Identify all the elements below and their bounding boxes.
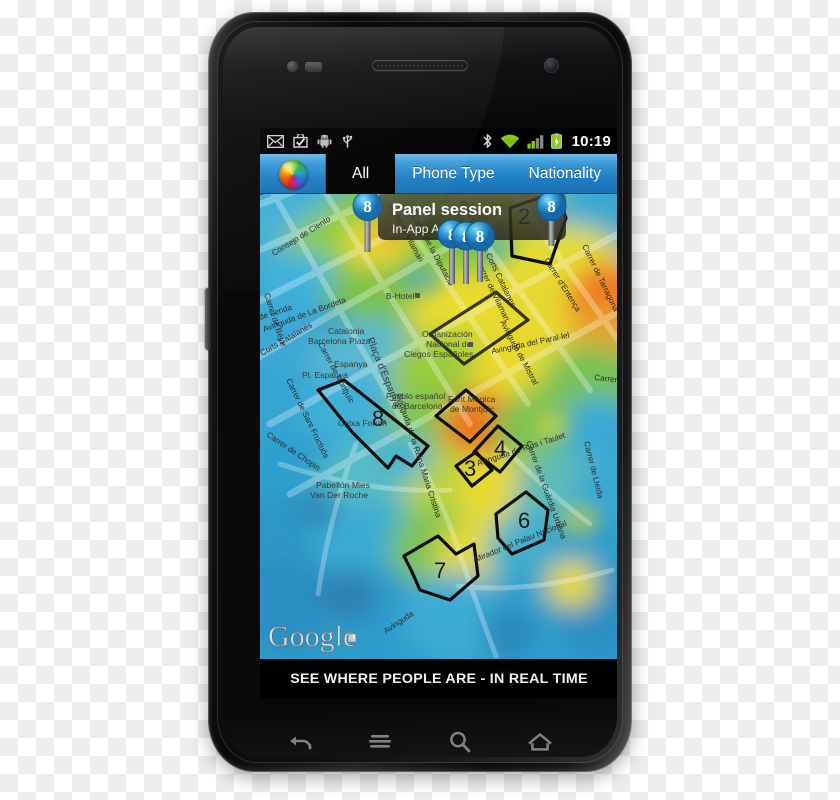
svg-text:Organización: Organización <box>422 329 473 339</box>
tab-all[interactable]: All <box>326 154 396 194</box>
callout-title: Panel session <box>392 201 502 219</box>
tab-nationality[interactable]: Nationality <box>512 154 617 194</box>
menu-icon <box>369 735 391 748</box>
svg-text:Catalonia: Catalonia <box>328 326 365 336</box>
svg-text:Font Màgica: Font Màgica <box>448 394 496 404</box>
svg-text:Caixa Forum: Caixa Forum <box>338 418 387 428</box>
front-camera <box>544 58 559 73</box>
search-icon <box>450 731 471 753</box>
proximity-sensor <box>287 61 322 72</box>
back-icon <box>290 736 312 750</box>
phone-glass-front: 10:19 All Phone Type Nationality 8 4 3 6… <box>223 27 617 757</box>
phone-screen: 10:19 All Phone Type Nationality 8 4 3 6… <box>260 128 617 699</box>
svg-text:8: 8 <box>476 227 485 246</box>
svg-text:8: 8 <box>547 197 556 216</box>
home-button[interactable] <box>517 722 563 757</box>
earpiece-speaker <box>372 60 468 71</box>
svg-text:B-Hotel: B-Hotel <box>386 291 415 301</box>
home-icon <box>528 733 552 751</box>
bottom-banner: SEE WHERE PEOPLE ARE - IN REAL TIME <box>260 659 617 699</box>
status-bar-notifications <box>267 134 354 149</box>
svg-text:Nacional de: Nacional de <box>426 339 472 349</box>
status-bar-clock: 10:19 <box>571 132 611 150</box>
venue-number: 7 <box>434 558 446 583</box>
svg-text:Barcelona Plaza: Barcelona Plaza <box>308 336 371 346</box>
tab-phone-type[interactable]: Phone Type <box>395 154 511 194</box>
soft-key-bar <box>260 713 580 757</box>
app-logo-button[interactable] <box>260 154 326 194</box>
light-sensor-bar <box>305 61 322 72</box>
svg-text:de Montjuïc: de Montjuïc <box>450 404 495 414</box>
back-button[interactable] <box>277 722 323 757</box>
wifi-icon <box>500 134 519 148</box>
svg-text:8: 8 <box>363 197 372 216</box>
search-button[interactable] <box>437 722 483 757</box>
rainbow-sphere-logo-icon <box>278 159 308 189</box>
svg-text:Pabellón Mies: Pabellón Mies <box>316 480 370 490</box>
phone-bezel: 10:19 All Phone Type Nationality 8 4 3 6… <box>217 21 623 763</box>
svg-text:Pueblo español: Pueblo español <box>386 391 445 401</box>
svg-text:Ciegos Españoles: Ciegos Españoles <box>404 349 473 359</box>
svg-text:Espanya: Espanya <box>334 359 368 369</box>
phone-device: 10:19 All Phone Type Nationality 8 4 3 6… <box>205 12 632 772</box>
volume-button[interactable] <box>205 288 211 350</box>
map-canvas: 8 2 4 3 6 7 Carrer de Vilamari Carrer de… <box>260 194 617 659</box>
status-bar-system-icons: 10:19 <box>482 133 611 150</box>
gmail-icon <box>267 134 284 148</box>
android-robot-icon <box>317 134 332 148</box>
bluetooth-icon <box>483 134 491 148</box>
status-bar: 10:19 <box>260 128 617 154</box>
tab-bar: All Phone Type Nationality <box>260 154 617 194</box>
menu-button[interactable] <box>357 722 403 757</box>
speaker-mesh <box>376 63 464 68</box>
google-watermark: Google <box>268 620 356 653</box>
venue-number: 3 <box>464 456 476 481</box>
market-bag-check-icon <box>293 134 308 148</box>
proximity-sensor-dot <box>287 61 298 72</box>
svg-text:de Barcelona: de Barcelona <box>392 401 443 411</box>
venue-number: 6 <box>518 508 530 533</box>
map-view[interactable]: 8 2 4 3 6 7 Carrer de Vilamari Carrer de… <box>260 194 617 659</box>
usb-icon <box>342 134 353 148</box>
battery-charging-icon <box>550 133 562 149</box>
svg-text:Pl. Espanya: Pl. Espanya <box>302 370 348 380</box>
svg-text:Van Der Roche: Van Der Roche <box>310 490 368 500</box>
signal-bars-icon <box>527 134 543 149</box>
